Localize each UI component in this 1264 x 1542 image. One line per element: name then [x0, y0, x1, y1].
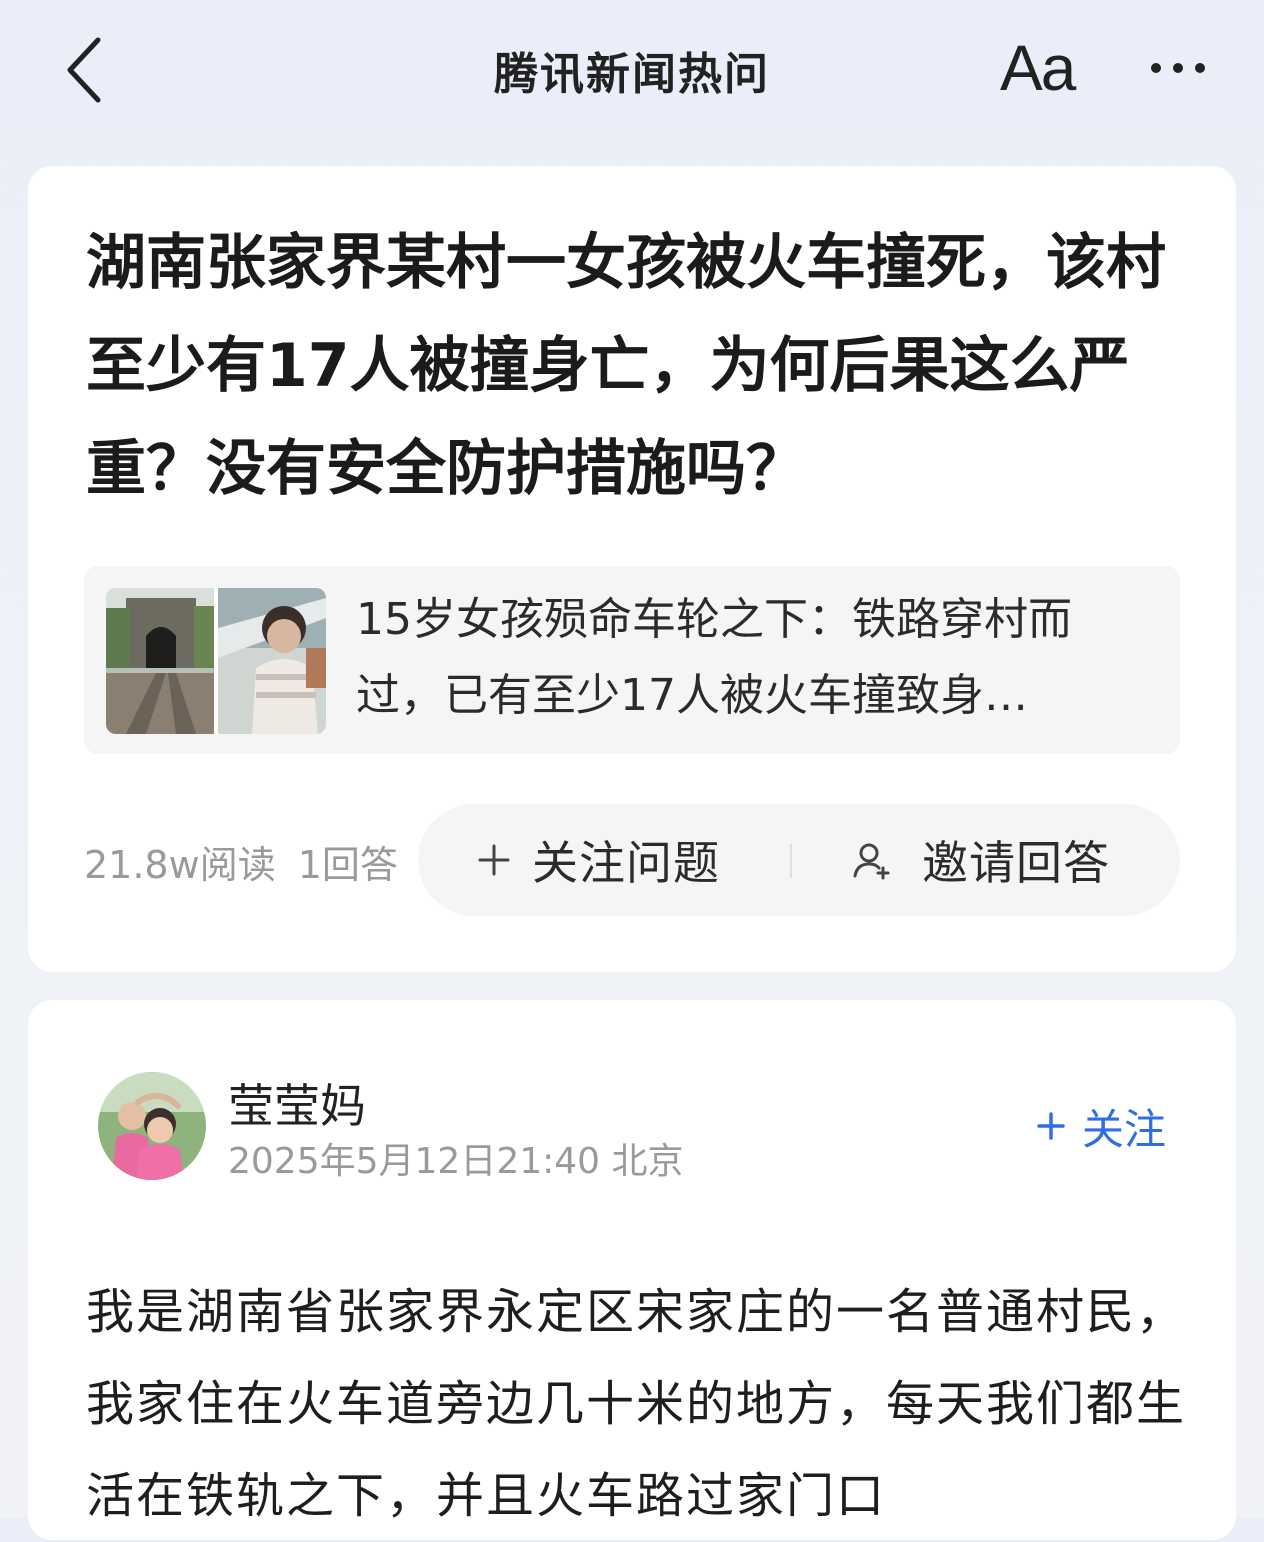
answer-count: 1回答 — [297, 843, 398, 887]
invite-answer-label: 邀请回答 — [922, 836, 1110, 890]
news-thumbnail-image — [106, 588, 326, 734]
answer-body: 我是湖南省张家界永定区宋家庄的一名普通村民，我家住在火车道旁边几十米的地方，每天… — [86, 1284, 1187, 1524]
follow-author-label: 关注 — [1082, 1104, 1167, 1154]
avatar-image — [98, 1072, 206, 1180]
read-count: 21.8w阅读 — [84, 843, 276, 887]
related-news-link[interactable]: 15岁女孩殒命车轮之下：铁路穿村而过，已有至少17人被火车撞致身… — [84, 566, 1180, 754]
author-name[interactable]: 莹莹妈 — [228, 1070, 366, 1136]
divider — [790, 844, 792, 878]
follow-question-label: 关注问题 — [532, 836, 720, 890]
answer-card: 莹莹妈 2025年5月12日21:40 北京 关注 我是湖南省张家界永定区宋家庄… — [28, 1000, 1236, 1540]
invite-answer-button[interactable]: 邀请回答 — [852, 804, 1110, 916]
avatar[interactable] — [98, 1072, 206, 1180]
top-nav-bar: 腾讯新闻热问 Aa — [0, 0, 1264, 140]
follow-question-button[interactable]: 关注问题 — [476, 804, 720, 916]
related-news-text: 15岁女孩殒命车轮之下：铁路穿村而过，已有至少17人被火车撞致身… — [356, 594, 1072, 721]
question-card: 湖南张家界某村一女孩被火车撞死，该村至少有17人被撞身亡，为何后果这么严重？没有… — [28, 166, 1236, 972]
add-person-icon — [853, 843, 890, 880]
post-timestamp: 2025年5月12日21:40 北京 — [228, 1141, 684, 1182]
news-thumbnail — [106, 588, 326, 734]
font-size-button[interactable]: Aa — [1000, 30, 1084, 106]
more-button[interactable] — [1146, 40, 1210, 96]
question-title: 湖南张家界某村一女孩被火车撞死，该村至少有17人被撞身亡，为何后果这么严重？没有… — [86, 228, 1166, 504]
plus-icon — [478, 844, 510, 876]
question-actions: 关注问题 邀请回答 — [418, 804, 1180, 916]
plus-icon — [1037, 1112, 1065, 1140]
more-dots-icon — [1151, 63, 1205, 73]
follow-author-button[interactable]: 关注 — [1036, 1098, 1166, 1154]
question-stats: 21.8w阅读 1回答 — [84, 834, 420, 889]
